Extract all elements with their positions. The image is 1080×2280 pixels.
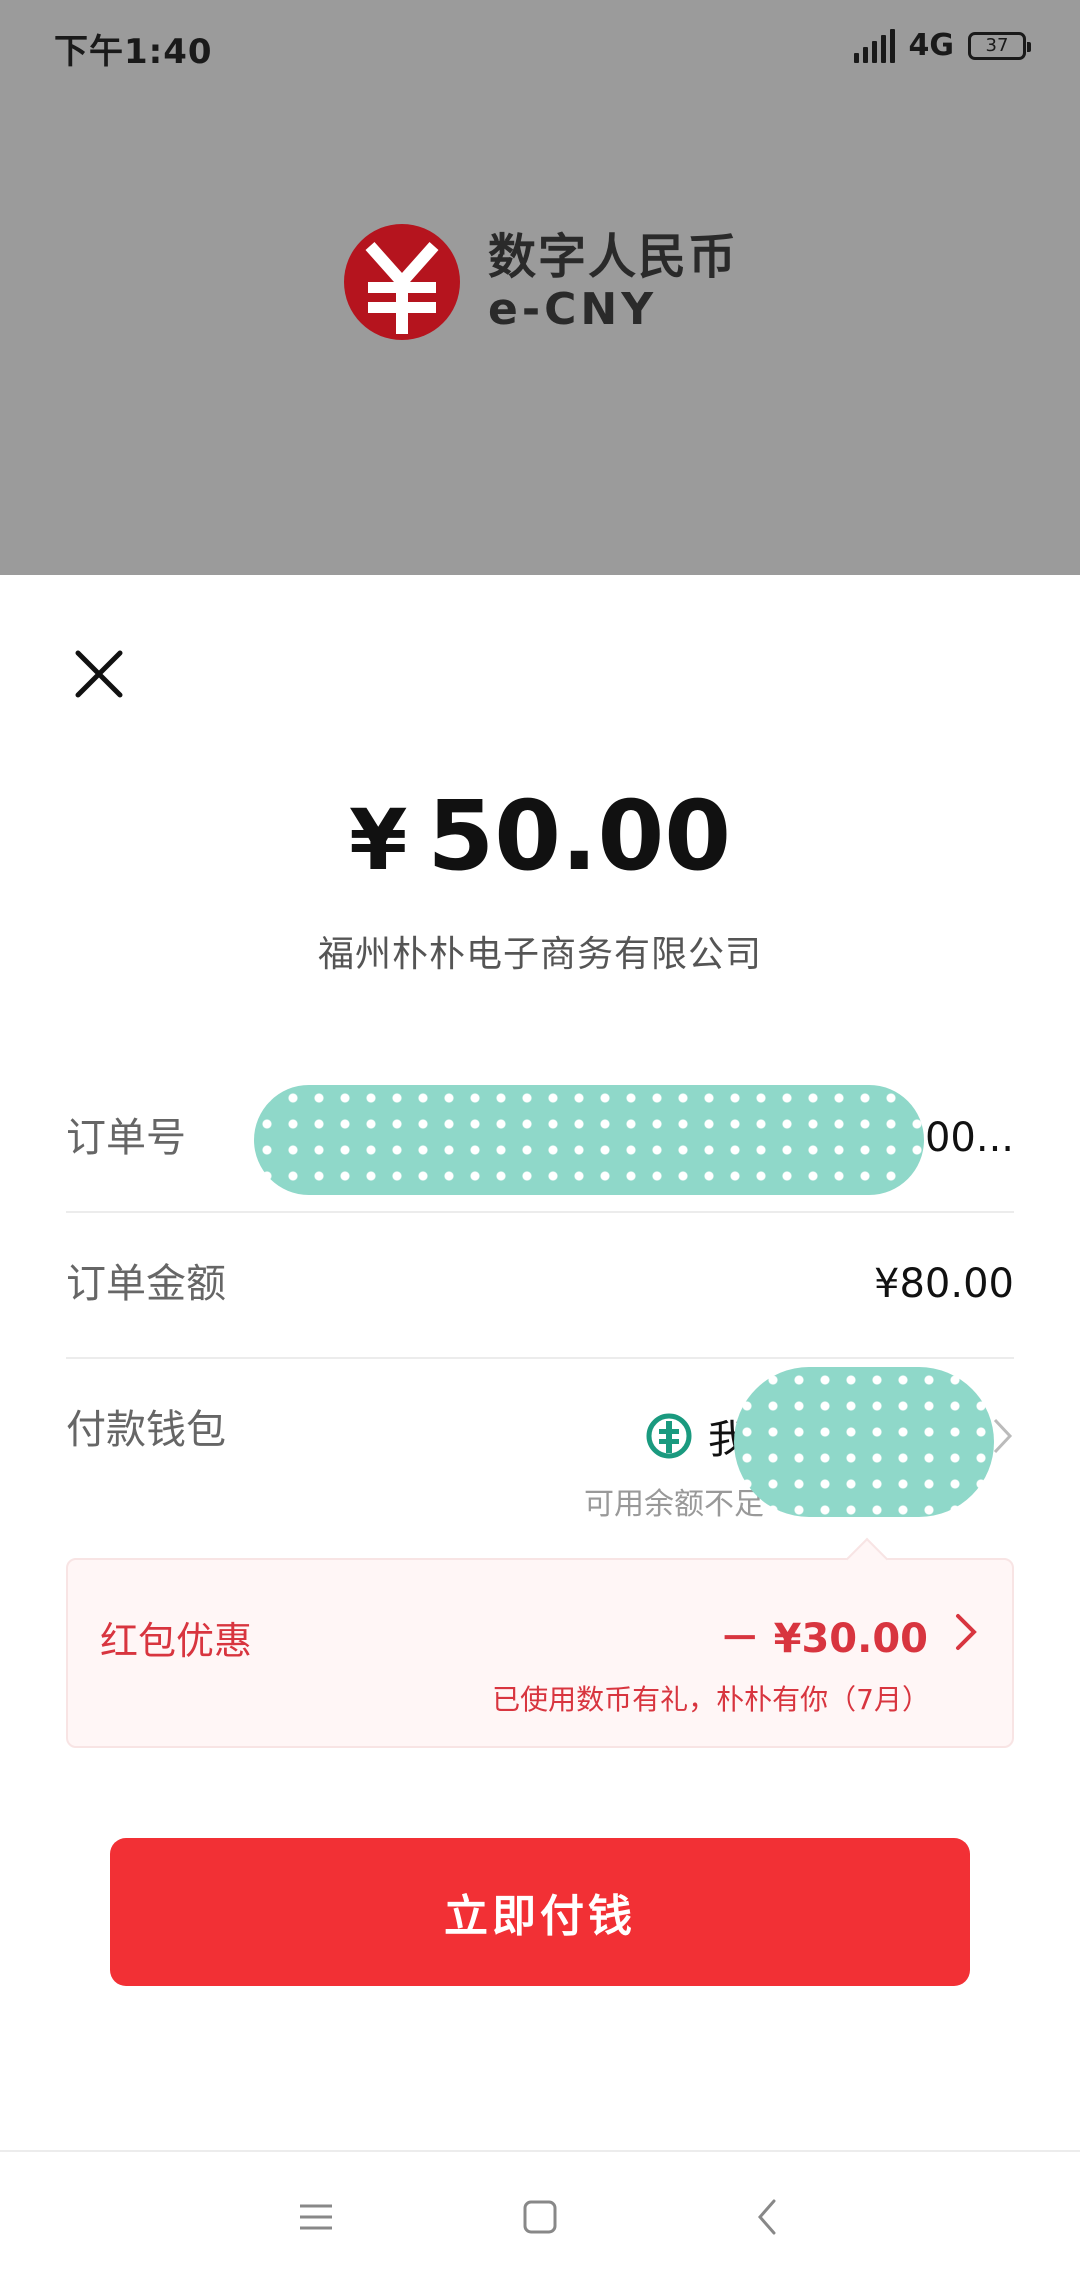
bank-icon xyxy=(646,1413,692,1459)
menu-icon[interactable] xyxy=(286,2187,346,2247)
backdrop: 下午1:40 4G 37 数字人民币 e-CNY xyxy=(0,0,1080,575)
merchant-name: 福州朴朴电子商务有限公司 xyxy=(317,934,762,975)
currency-symbol: ¥ xyxy=(348,791,408,889)
brand-text: 数字人民币 e-CNY xyxy=(488,229,738,335)
status-icons: 4G 37 xyxy=(853,28,1033,63)
pay-now-button[interactable]: 立即付钱 xyxy=(110,1838,970,1986)
brand-name-en: e-CNY xyxy=(488,284,658,335)
amount-value: 50.00 xyxy=(427,780,732,892)
brand-name-cn: 数字人民币 xyxy=(488,229,739,285)
redaction-mask xyxy=(734,1367,994,1517)
battery-icon: 37 xyxy=(968,31,1031,60)
balance-note: 可用余额不足 xyxy=(584,1487,764,1522)
payment-wallet-label: 付款钱包 xyxy=(66,1407,226,1453)
close-icon[interactable] xyxy=(70,645,128,703)
home-icon[interactable] xyxy=(510,2187,570,2247)
back-icon[interactable] xyxy=(738,2187,798,2247)
order-number-value: 00... xyxy=(924,1115,1014,1161)
promo-amount: － ¥30.00 xyxy=(719,1616,928,1662)
system-nav-bar xyxy=(0,2150,1080,2280)
ecny-logo-icon xyxy=(344,224,460,340)
red-packet-discount[interactable]: 红包优惠 － ¥30.00 已使用数币有礼，朴朴有你（7月） xyxy=(66,1558,1014,1748)
order-number-label: 订单号 xyxy=(66,1115,186,1161)
order-number-row: 订单号 00... xyxy=(66,1065,1014,1213)
signal-icon xyxy=(853,28,895,63)
chevron-right-icon xyxy=(993,1418,1013,1454)
payment-sheet: ¥50.00 福州朴朴电子商务有限公司 订单号 00... 订单金额 ¥80.0… xyxy=(0,575,1080,2150)
payment-amount: ¥50.00 xyxy=(0,780,1080,892)
order-amount-label: 订单金额 xyxy=(66,1261,226,1307)
order-amount-value: ¥80.00 xyxy=(874,1261,1014,1307)
order-amount-row: 订单金额 ¥80.00 xyxy=(66,1211,1014,1359)
promo-note: 已使用数币有礼，朴朴有你（7月） xyxy=(492,1683,930,1716)
redaction-mask xyxy=(254,1085,924,1195)
payment-wallet-row[interactable]: 付款钱包 我的钱 可用余额不足 xyxy=(66,1357,1014,1537)
status-bar: 下午1:40 4G 37 xyxy=(0,0,1080,96)
chevron-right-icon[interactable] xyxy=(954,1612,978,1652)
promo-label: 红包优惠 xyxy=(100,1619,253,1663)
status-time: 下午1:40 xyxy=(54,32,213,72)
ecny-brand: 数字人民币 e-CNY xyxy=(340,220,738,344)
network-label: 4G xyxy=(908,28,955,63)
